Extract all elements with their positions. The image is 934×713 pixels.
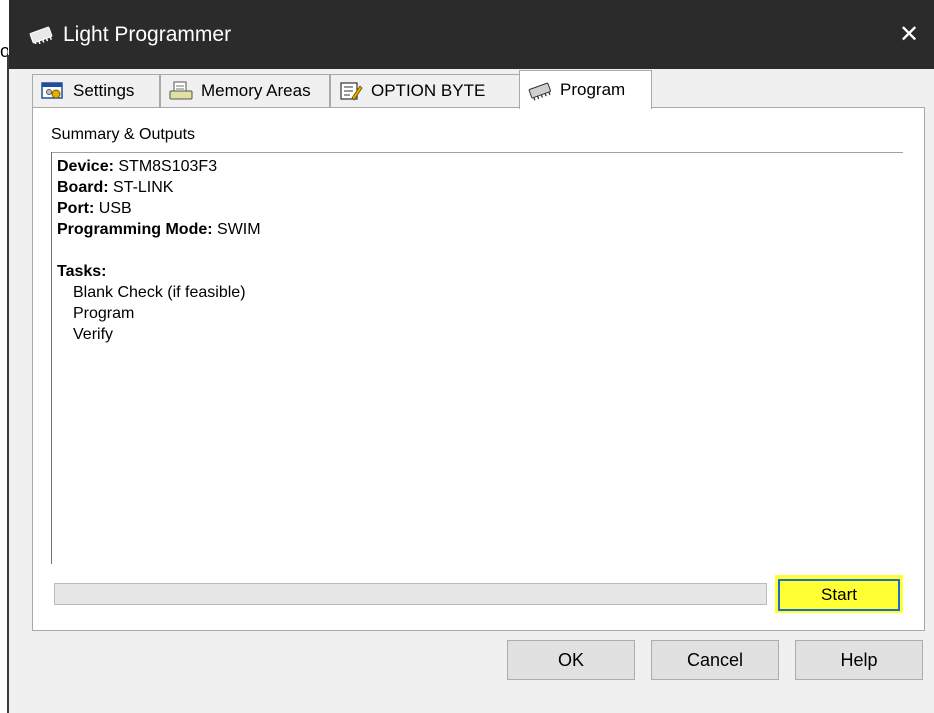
tab-settings[interactable]: Settings bbox=[32, 74, 160, 107]
board-row: Board: ST-LINK bbox=[57, 177, 261, 198]
memory-areas-icon bbox=[169, 81, 193, 100]
settings-icon bbox=[41, 82, 63, 99]
summary-divider bbox=[51, 152, 903, 153]
summary-left-border bbox=[51, 152, 52, 564]
tab-program[interactable]: Program bbox=[519, 70, 652, 109]
tab-strip: Settings Memory Areas OPTION BYTE Progra… bbox=[32, 70, 932, 109]
programming-mode-row: Programming Mode: SWIM bbox=[57, 219, 261, 240]
device-row: Device: STM8S103F3 bbox=[57, 156, 261, 177]
tab-option-byte-label: OPTION BYTE bbox=[371, 81, 486, 100]
start-button[interactable]: Start bbox=[778, 579, 900, 611]
port-label: Port: bbox=[57, 200, 95, 217]
tab-option-byte[interactable]: OPTION BYTE bbox=[330, 74, 520, 107]
cancel-button[interactable]: Cancel bbox=[651, 640, 779, 680]
device-value: STM8S103F3 bbox=[118, 158, 218, 175]
blank-row bbox=[57, 240, 261, 261]
option-byte-icon bbox=[340, 82, 363, 101]
board-label: Board: bbox=[57, 179, 109, 196]
close-icon: ✕ bbox=[898, 21, 920, 48]
title-bar[interactable]: Light Programmer ✕ bbox=[9, 0, 934, 69]
device-label: Device: bbox=[57, 158, 114, 175]
chip-icon bbox=[528, 82, 551, 101]
task-item: Verify bbox=[73, 326, 114, 343]
summary-output-text: Device: STM8S103F3 Board: ST-LINK Port: … bbox=[57, 156, 261, 345]
light-programmer-dialog: Light Programmer ✕ Settings Memory Areas bbox=[9, 0, 934, 713]
summary-outputs-label: Summary & Outputs bbox=[51, 126, 196, 143]
task-item: Program bbox=[73, 305, 135, 322]
programming-mode-value: SWIM bbox=[217, 221, 261, 238]
help-button[interactable]: Help bbox=[795, 640, 923, 680]
port-value: USB bbox=[98, 200, 132, 217]
program-tab-panel: Summary & Outputs Device: STM8S103F3 Boa… bbox=[32, 107, 925, 631]
tab-memory-areas-label: Memory Areas bbox=[201, 81, 311, 100]
ok-button[interactable]: OK bbox=[507, 640, 635, 680]
programming-mode-label: Programming Mode: bbox=[57, 221, 213, 238]
tasks-label: Tasks: bbox=[57, 263, 107, 280]
close-button[interactable]: ✕ bbox=[884, 0, 934, 69]
tab-settings-label: Settings bbox=[73, 81, 135, 100]
tasks-row: Tasks: bbox=[57, 261, 261, 282]
board-value: ST-LINK bbox=[113, 179, 174, 196]
tab-program-label: Program bbox=[560, 80, 626, 99]
start-highlight: Start bbox=[775, 575, 903, 613]
window-title: Light Programmer bbox=[63, 23, 232, 46]
progress-bar bbox=[54, 583, 767, 605]
chip-icon bbox=[29, 26, 53, 44]
tab-memory-areas[interactable]: Memory Areas bbox=[160, 74, 330, 107]
task-item: Blank Check (if feasible) bbox=[73, 284, 246, 301]
port-row: Port: USB bbox=[57, 198, 261, 219]
